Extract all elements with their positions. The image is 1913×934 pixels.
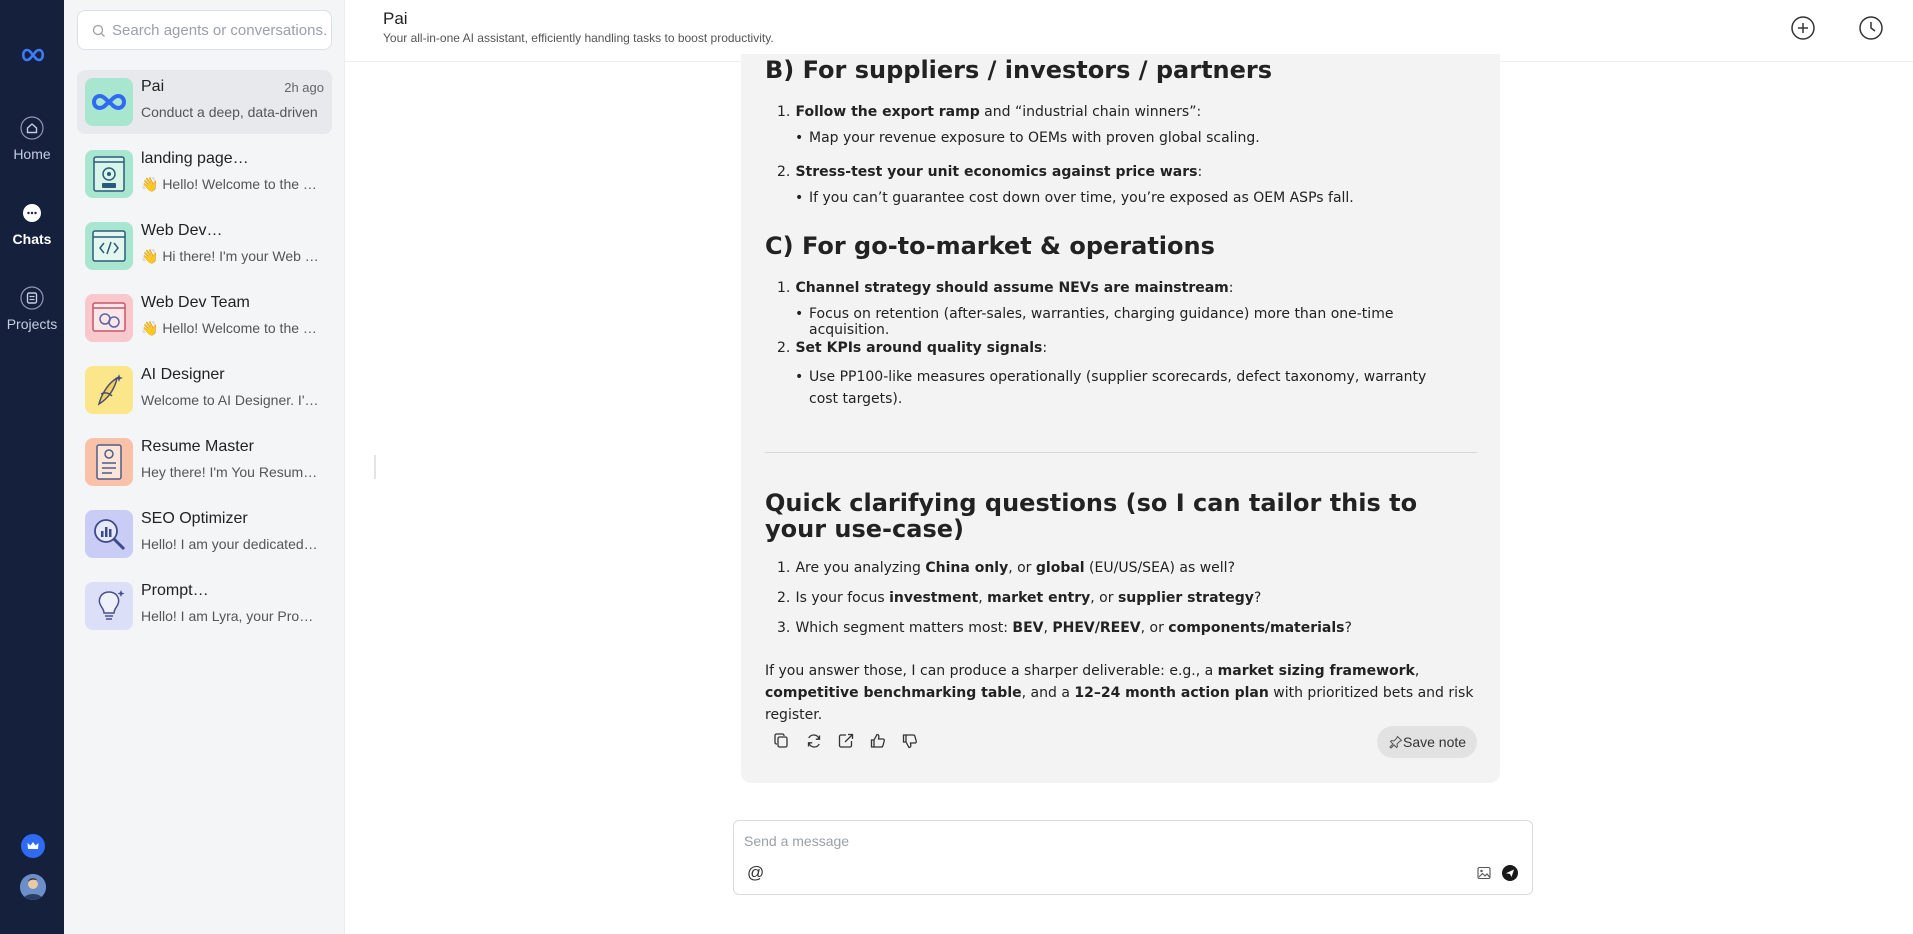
send-icon[interactable] [1502, 865, 1518, 881]
rail-item-label: Home [13, 146, 51, 162]
list-item: 1. Are you analyzing China only, or glob… [777, 560, 1235, 576]
search-input[interactable] [112, 11, 327, 49]
conversation-item[interactable]: SEO Optimizer Hello! I am your dedicated… [77, 502, 332, 566]
conversation-item[interactable]: AI Designer Welcome to AI Designer. I'… [77, 358, 332, 422]
image-upload-icon[interactable] [1477, 866, 1491, 880]
home-icon [20, 116, 44, 140]
resume-master-agent-icon [85, 438, 133, 486]
conversation-preview: 👋 Hello! Welcome to the … [141, 320, 317, 336]
list-item: 3. Which segment matters most: BEV, PHEV… [777, 620, 1352, 636]
conversation-name: Web Dev… [141, 222, 223, 239]
conversation-item[interactable]: Web Dev Team 👋 Hello! Welcome to the … [77, 286, 332, 350]
conversation-preview: 👋 Hello! Welcome to the … [141, 176, 317, 192]
crown-icon [27, 842, 39, 849]
avatar-icon [20, 874, 46, 900]
page-title: Pai [383, 9, 408, 28]
conversation-preview: 👋 Hi there! I'm your Web … [141, 248, 319, 264]
conversation-time: 2h ago [284, 80, 324, 95]
list-item: 2. Is your focus investment, market entr… [777, 590, 1262, 606]
list-item: 1. Follow the export ramp and “industria… [777, 104, 1202, 120]
conversation-preview: Hello! I am Lyra, your Pro… [141, 608, 314, 624]
bullet-item: Map your revenue exposure to OEMs with p… [795, 130, 1260, 146]
conversation-item[interactable]: Prompt… Hello! I am Lyra, your Pro… [77, 574, 332, 638]
bullet-item: Focus on retention (after-sales, warrant… [795, 306, 1469, 338]
bullet-item: Use PP100-like measures operationally (s… [795, 366, 1449, 410]
seo-optimizer-agent-icon [85, 510, 133, 558]
share-icon[interactable] [837, 732, 855, 750]
message-composer: @ [733, 820, 1533, 895]
search-box [77, 10, 332, 50]
web-dev-team-agent-icon [85, 294, 133, 342]
conversation-preview: Conduct a deep, data-driven [141, 104, 318, 120]
app-window: Home Chats Projects Search agents or con… [0, 0, 1913, 934]
thumbs-down-icon[interactable] [901, 732, 919, 750]
list-item: 1. Channel strategy should assume NEVs a… [777, 280, 1234, 296]
section-heading: B) For suppliers / investors / partners [765, 56, 1273, 84]
conversation-name: Web Dev Team [141, 294, 250, 311]
section-heading: Quick clarifying questions (so I can tai… [765, 489, 1418, 543]
conversation-name: Pai [141, 78, 165, 95]
closing-paragraph: If you answer those, I can produce a sha… [765, 663, 1474, 723]
conversation-name: AI Designer [141, 366, 225, 383]
copy-icon[interactable] [773, 732, 791, 750]
conversation-name: Resume Master [141, 438, 254, 455]
conversation-sidebar: Pai 2h ago Conduct a deep, data-driven l… [64, 0, 345, 934]
conversation-item[interactable]: landing page… 👋 Hello! Welcome to the … [77, 142, 332, 206]
rail-item-chats[interactable]: Chats [0, 201, 64, 247]
conversation-item[interactable]: Resume Master Hey there! I'm You Resum… [77, 430, 332, 494]
page-subtitle: Your all-in-one AI assistant, efficientl… [383, 31, 774, 45]
ai-designer-agent-icon [85, 366, 133, 414]
upgrade-button[interactable] [21, 834, 45, 858]
list-item: 2. Set KPIs around quality signals: [777, 340, 1048, 356]
conversation-preview: Hello! I am your dedicated… [141, 536, 318, 552]
landing-page-agent-icon [85, 150, 133, 198]
web-dev-agent-icon [85, 222, 133, 270]
list-item: 2. Stress-test your unit economics again… [777, 164, 1203, 180]
save-note-button[interactable]: Save note [1377, 726, 1477, 758]
thumbs-up-icon[interactable] [869, 732, 887, 750]
search-icon [92, 24, 105, 37]
prompt-agent-icon [85, 582, 133, 630]
rail-item-label: Projects [6, 316, 58, 332]
mention-button[interactable]: @ [747, 863, 764, 883]
save-note-label: Save note [1403, 734, 1467, 750]
message-input[interactable] [744, 829, 1504, 853]
history-icon[interactable] [1857, 14, 1885, 42]
regenerate-icon[interactable] [805, 732, 823, 750]
new-chat-icon[interactable] [1789, 14, 1817, 42]
chat-bubble-icon [23, 204, 41, 222]
assistant-message: B) For suppliers / investors / partners … [741, 54, 1500, 783]
chat-header: Pai Your all-in-one AI assistant, effici… [345, 0, 1913, 62]
section-heading: C) For go-to-market & operations [765, 232, 1215, 260]
conversation-preview: Welcome to AI Designer. I'… [141, 392, 319, 408]
conversation-item[interactable]: Web Dev… 👋 Hi there! I'm your Web … [77, 214, 332, 278]
rail-item-label: Chats [12, 231, 52, 247]
left-rail: Home Chats Projects [0, 0, 64, 934]
conversation-preview: Hey there! I'm You Resum… [141, 464, 318, 480]
conversation-item[interactable]: Pai 2h ago Conduct a deep, data-driven [77, 70, 332, 134]
user-avatar[interactable] [20, 874, 46, 900]
app-logo-icon[interactable] [20, 48, 46, 62]
conversation-name: SEO Optimizer [141, 510, 248, 527]
divider [765, 452, 1477, 453]
pin-icon [1389, 735, 1403, 749]
sidebar-resize-handle[interactable] [374, 455, 376, 479]
conversation-name: landing page… [141, 150, 249, 167]
rail-item-projects[interactable]: Projects [0, 286, 64, 332]
rail-item-home[interactable]: Home [0, 116, 64, 162]
document-icon [20, 286, 44, 310]
bullet-item: If you can’t guarantee cost down over ti… [795, 190, 1354, 206]
conversation-name: Prompt… [141, 582, 209, 599]
pai-agent-icon [85, 78, 133, 126]
